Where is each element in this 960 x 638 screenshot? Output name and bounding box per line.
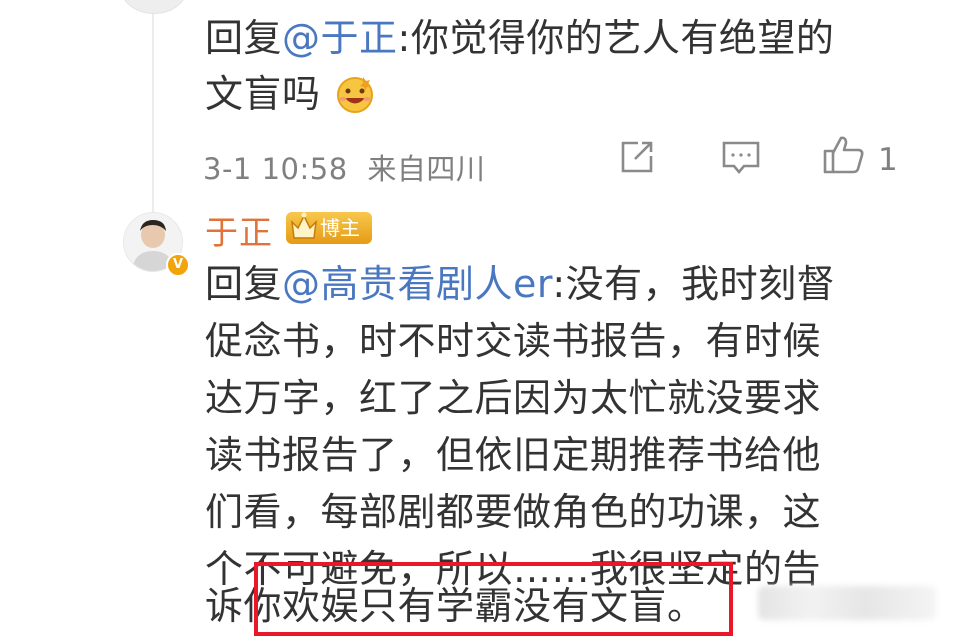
thread-line <box>152 0 154 218</box>
reply-text-line-2: 文盲吗 <box>205 66 377 122</box>
location-text: 来自四川 <box>367 152 486 186</box>
grinning-face-emoji-icon <box>333 73 377 113</box>
like-count: 1 <box>878 142 899 178</box>
timestamp-text: 3-1 10:58 <box>203 152 348 186</box>
reply-text-line-4: 读书报告了，但依旧定期推荐书给他 <box>205 433 822 477</box>
avatar[interactable] <box>120 0 188 14</box>
reply-text-line-1: 回复@高贵看剧人er:没有，我时刻督 <box>205 256 835 312</box>
reply-text-line-1: 回复@于正:你觉得你的艺人有绝望的 <box>205 10 834 66</box>
reply-text-line-2: 促念书，时不时交读书报告，有时候 <box>205 319 822 363</box>
verified-v-icon: V <box>166 253 190 277</box>
author-name[interactable]: 于正 <box>205 206 273 254</box>
reply-body: :没有，我时刻督 <box>552 262 836 306</box>
mention-link[interactable]: @于正 <box>282 16 398 60</box>
crown-icon <box>289 210 319 244</box>
timestamp: 3-1 10:58 来自四川 <box>203 146 485 188</box>
reply-prefix: 回复 <box>205 262 283 306</box>
reply-prefix: 回复 <box>205 16 283 60</box>
comment-icon[interactable] <box>720 138 762 178</box>
reply-text-line-5: 们看，每部剧都要做角色的功课，这 <box>205 490 822 534</box>
reply-body-2: 文盲吗 <box>205 72 321 116</box>
watermark <box>758 586 936 620</box>
thumbs-up-icon[interactable] <box>822 134 866 176</box>
reply-body: :你觉得你的艺人有绝望的 <box>397 16 835 60</box>
mention-link[interactable]: @高贵看剧人er <box>282 262 552 306</box>
share-icon[interactable] <box>618 138 656 176</box>
highlight-box <box>254 562 733 636</box>
reply-text-line-3: 达万字，红了之后因为太忙就没要求 <box>205 376 822 420</box>
